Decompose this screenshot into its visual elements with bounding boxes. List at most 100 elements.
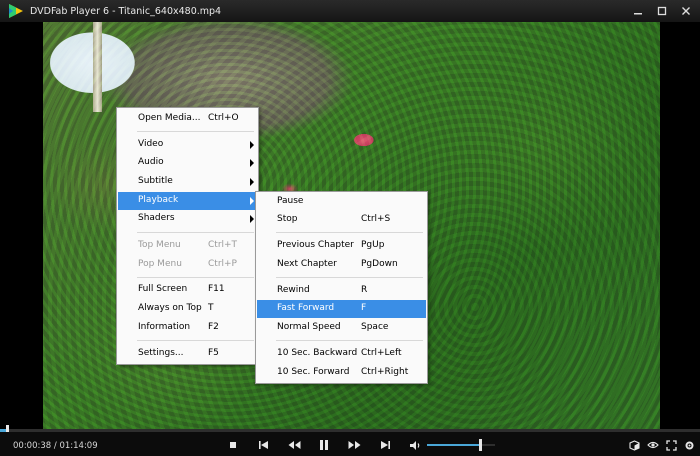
cube-icon: [628, 439, 640, 451]
fast-forward-button[interactable]: [347, 438, 361, 452]
menu-item-fast-forward[interactable]: Fast Forward F: [257, 300, 426, 318]
menu-separator: [276, 277, 423, 278]
submenu-arrow-icon: [250, 141, 254, 149]
fast-forward-icon: [348, 441, 360, 449]
submenu-arrow-icon: [250, 159, 254, 167]
menu-separator: [137, 131, 254, 132]
menu-item-shaders[interactable]: Shaders: [118, 210, 257, 228]
menu-item-label: Settings...: [138, 348, 184, 358]
menu-item-full-screen[interactable]: Full Screen F11: [118, 281, 257, 299]
submenu-arrow-icon: [250, 178, 254, 186]
menu-item-subtitle[interactable]: Subtitle: [118, 173, 257, 191]
playback-submenu: Pause Stop Ctrl+S Previous Chapter PgUp …: [255, 191, 428, 384]
menu-item-video[interactable]: Video: [118, 136, 257, 154]
menu-item-label: Information: [138, 322, 191, 332]
menu-separator: [276, 232, 423, 233]
menu-item-rewind[interactable]: Rewind R: [257, 282, 426, 300]
submenu-arrow-icon: [250, 215, 254, 223]
menu-item-shortcut: F: [361, 303, 367, 313]
menu-item-stop[interactable]: Stop Ctrl+S: [257, 211, 426, 229]
menu-separator: [137, 232, 254, 233]
close-icon: [682, 7, 690, 15]
menu-item-previous-chapter[interactable]: Previous Chapter PgUp: [257, 237, 426, 255]
fullscreen-icon: [665, 439, 677, 451]
menu-item-shortcut: Ctrl+Left: [361, 348, 402, 358]
menu-item-label: Next Chapter: [277, 259, 337, 269]
next-chapter-button[interactable]: [378, 438, 392, 452]
menu-item-shortcut: Ctrl+O: [208, 113, 239, 123]
menu-item-label: Rewind: [277, 285, 310, 295]
menu-item-label: Always on Top: [138, 303, 202, 313]
menu-item-label: Shaders: [138, 213, 175, 223]
menu-item-shortcut: T: [208, 303, 214, 313]
window-title: DVDFab Player 6 - Titanic_640x480.mp4: [30, 5, 222, 17]
view-mode-button[interactable]: [646, 438, 660, 452]
skip-forward-icon: [380, 441, 390, 449]
pause-button[interactable]: [317, 438, 331, 452]
menu-item-shortcut: Ctrl+T: [208, 240, 238, 250]
menu-item-playback[interactable]: Playback: [118, 192, 257, 210]
menu-separator: [137, 340, 254, 341]
stop-button[interactable]: [226, 438, 240, 452]
gear-icon: [685, 441, 693, 449]
volume-handle[interactable]: [479, 439, 483, 451]
menu-item-next-chapter[interactable]: Next Chapter PgDown: [257, 256, 426, 274]
menu-item-label: Audio: [138, 157, 164, 167]
menu-item-shortcut: Ctrl+P: [208, 259, 237, 269]
menu-item-open-media[interactable]: Open Media... Ctrl+O: [118, 110, 257, 128]
close-button[interactable]: [678, 3, 694, 19]
volume-level: [427, 444, 481, 446]
menu-item-pop-menu: Pop Menu Ctrl+P: [118, 256, 257, 274]
menu-item-shortcut: PgUp: [361, 240, 385, 250]
menu-item-always-on-top[interactable]: Always on Top T: [118, 300, 257, 318]
menu-item-label: 10 Sec. Forward: [277, 367, 350, 377]
menu-item-label: 10 Sec. Backward: [277, 348, 358, 358]
menu-item-label: Pop Menu: [138, 259, 182, 269]
minimize-button[interactable]: [630, 3, 646, 19]
maximize-button[interactable]: [654, 3, 670, 19]
menu-item-label: Subtitle: [138, 176, 173, 186]
3d-mode-button[interactable]: [627, 438, 641, 452]
menu-item-shortcut: Space: [361, 322, 389, 332]
menu-separator: [276, 340, 423, 341]
settings-button[interactable]: [682, 438, 696, 452]
menu-item-10-sec-backward[interactable]: 10 Sec. Backward Ctrl+Left: [257, 345, 426, 363]
menu-item-shortcut: F11: [208, 284, 225, 294]
menu-item-label: Video: [138, 139, 164, 149]
menu-item-information[interactable]: Information F2: [118, 319, 257, 337]
menu-item-label: Normal Speed: [277, 322, 341, 332]
skip-back-icon: [258, 441, 268, 449]
volume-button[interactable]: [408, 438, 422, 452]
menu-item-label: Previous Chapter: [277, 240, 354, 250]
maximize-icon: [657, 6, 667, 16]
menu-item-label: Pause: [277, 196, 304, 206]
menu-item-shortcut: F5: [208, 348, 219, 358]
pause-icon: [320, 440, 328, 450]
eye-icon: [647, 441, 659, 449]
control-bar: 00:00:38 / 01:14:09: [0, 432, 700, 456]
rewind-button[interactable]: [287, 438, 301, 452]
time-display: 00:00:38 / 01:14:09: [13, 441, 98, 451]
menu-item-10-sec-forward[interactable]: 10 Sec. Forward Ctrl+Right: [257, 364, 426, 382]
menu-item-settings[interactable]: Settings... F5: [118, 345, 257, 363]
menu-item-shortcut: Ctrl+Right: [361, 367, 409, 377]
menu-separator: [137, 277, 254, 278]
volume-slider[interactable]: [427, 439, 495, 451]
fullscreen-button[interactable]: [664, 438, 678, 452]
menu-item-shortcut: PgDown: [361, 259, 398, 269]
menu-item-top-menu: Top Menu Ctrl+T: [118, 237, 257, 255]
menu-item-label: Full Screen: [138, 284, 188, 294]
menu-item-label: Open Media...: [138, 113, 201, 123]
menu-item-shortcut: Ctrl+S: [361, 214, 391, 224]
context-menu: Open Media... Ctrl+O Video Audio Subtitl…: [116, 107, 259, 365]
previous-chapter-button[interactable]: [256, 438, 270, 452]
rewind-icon: [288, 441, 300, 449]
submenu-arrow-icon: [250, 197, 254, 205]
menu-item-normal-speed[interactable]: Normal Speed Space: [257, 319, 426, 337]
menu-item-pause[interactable]: Pause: [257, 193, 426, 211]
menu-item-shortcut: F2: [208, 322, 219, 332]
title-bar: DVDFab Player 6 - Titanic_640x480.mp4: [0, 0, 700, 22]
menu-item-audio[interactable]: Audio: [118, 154, 257, 172]
menu-item-label: Playback: [138, 195, 179, 205]
menu-item-label: Stop: [277, 214, 298, 224]
